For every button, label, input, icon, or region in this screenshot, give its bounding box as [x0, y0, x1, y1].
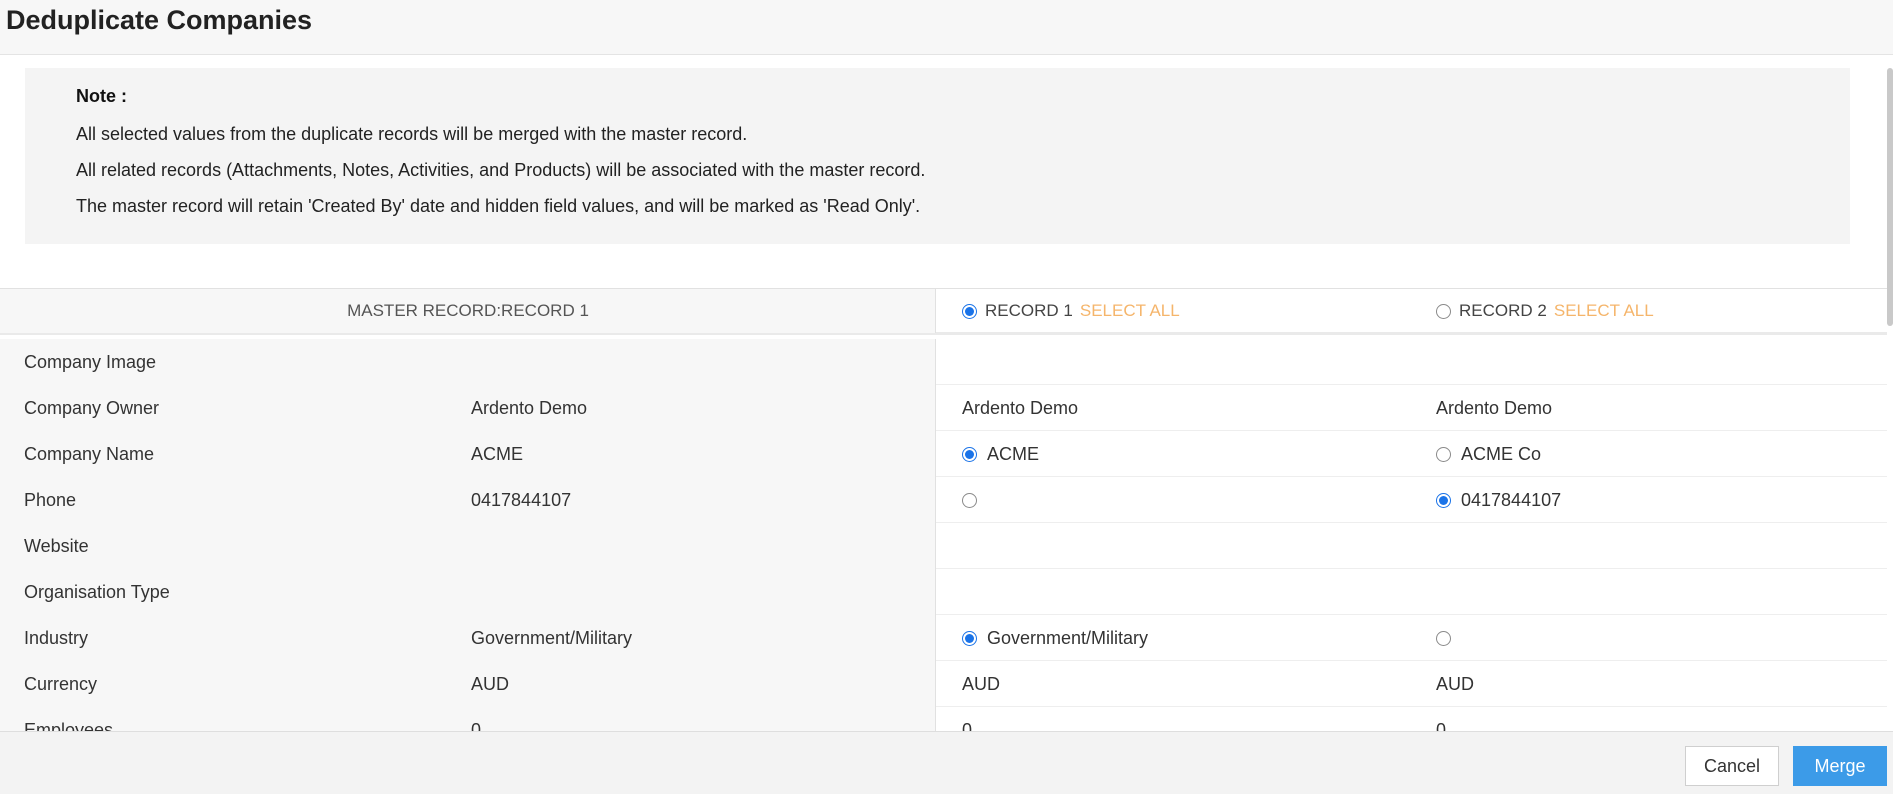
- dialog-header: Deduplicate Companies: [0, 0, 1893, 55]
- master-value: 0417844107: [471, 490, 572, 510]
- record1-industry-radio[interactable]: [962, 630, 977, 646]
- record1-phone-radio[interactable]: [962, 492, 977, 508]
- record1-company-name-radio[interactable]: [962, 446, 977, 462]
- field-label: Employees: [24, 720, 114, 731]
- deduplicate-dialog: Deduplicate Companies Note : All selecte…: [0, 0, 1893, 794]
- record1-value: AUD: [962, 673, 1001, 694]
- record1-value: 0: [962, 719, 973, 732]
- record1-select-all-link[interactable]: SELECT ALL: [1080, 289, 1180, 333]
- master-value: Government/Military: [471, 628, 633, 648]
- record1-option[interactable]: [962, 477, 987, 523]
- master-value: Ardento Demo: [471, 398, 588, 418]
- merge-table-body: Company Image Company Owner Ardento Demo…: [0, 339, 1887, 731]
- record1-option[interactable]: ACME: [962, 431, 1039, 477]
- field-label: Industry: [24, 628, 89, 648]
- table-row: Organisation Type: [0, 569, 1887, 615]
- master-value: AUD: [471, 674, 510, 694]
- table-row: Industry Government/Military Government/…: [0, 615, 1887, 661]
- record1-master-radio[interactable]: [962, 303, 977, 319]
- note-line: All related records (Attachments, Notes,…: [76, 160, 926, 180]
- record2-select-all-link[interactable]: SELECT ALL: [1554, 289, 1654, 333]
- field-label: Company Image: [24, 352, 157, 372]
- dialog-footer: Cancel Merge: [0, 731, 1893, 794]
- record2-company-name-radio[interactable]: [1436, 446, 1451, 462]
- page-title: Deduplicate Companies: [6, 5, 313, 35]
- field-label: Phone: [24, 490, 77, 510]
- record2-option[interactable]: [1436, 615, 1461, 661]
- record2-header: RECORD 2 SELECT ALL: [1436, 289, 1654, 333]
- table-row: Phone 0417844107 0417844107: [0, 477, 1887, 523]
- record2-value: 0: [1436, 719, 1447, 732]
- merge-table-header: MASTER RECORD:RECORD 1 RECORD 1 SELECT A…: [0, 288, 1887, 335]
- record2-value: AUD: [1436, 673, 1475, 694]
- master-record-label: MASTER RECORD:RECORD 1: [347, 301, 589, 320]
- field-label: Currency: [24, 674, 98, 694]
- field-label: Company Owner: [24, 398, 160, 418]
- record2-industry-radio[interactable]: [1436, 630, 1451, 646]
- master-value: 0: [471, 720, 482, 731]
- table-row: Company Image: [0, 339, 1887, 385]
- cancel-button[interactable]: Cancel: [1685, 746, 1779, 786]
- record1-option[interactable]: Government/Military: [962, 615, 1148, 661]
- table-row: Company Owner Ardento Demo Ardento Demo …: [0, 385, 1887, 431]
- table-row: Currency AUD AUD AUD: [0, 661, 1887, 707]
- record2-label: RECORD 2: [1459, 301, 1547, 320]
- record2-option[interactable]: ACME Co: [1436, 431, 1541, 477]
- note-line: The master record will retain 'Created B…: [76, 196, 921, 216]
- field-label: Organisation Type: [24, 582, 170, 602]
- master-column-header: MASTER RECORD:RECORD 1: [0, 289, 936, 333]
- record2-phone-radio[interactable]: [1436, 492, 1451, 508]
- field-label: Website: [24, 536, 89, 556]
- note-title: Note :: [76, 86, 127, 106]
- table-row: Company Name ACME ACME ACME Co: [0, 431, 1887, 477]
- scrollbar-thumb[interactable]: [1887, 68, 1893, 326]
- merge-button[interactable]: Merge: [1793, 746, 1887, 786]
- table-row: Website: [0, 523, 1887, 569]
- table-row: Employees 0 0 0: [0, 707, 1887, 731]
- record1-header: RECORD 1 SELECT ALL: [962, 289, 1180, 333]
- note-line: All selected values from the duplicate r…: [76, 124, 748, 144]
- master-value: ACME: [471, 444, 524, 464]
- record1-label: RECORD 1: [985, 301, 1073, 320]
- record2-option[interactable]: 0417844107: [1436, 477, 1561, 523]
- note-panel: Note : All selected values from the dupl…: [25, 68, 1850, 244]
- record2-value: Ardento Demo: [1436, 397, 1553, 418]
- record2-master-radio[interactable]: [1436, 303, 1451, 319]
- record1-value: Ardento Demo: [962, 397, 1079, 418]
- field-label: Company Name: [24, 444, 155, 464]
